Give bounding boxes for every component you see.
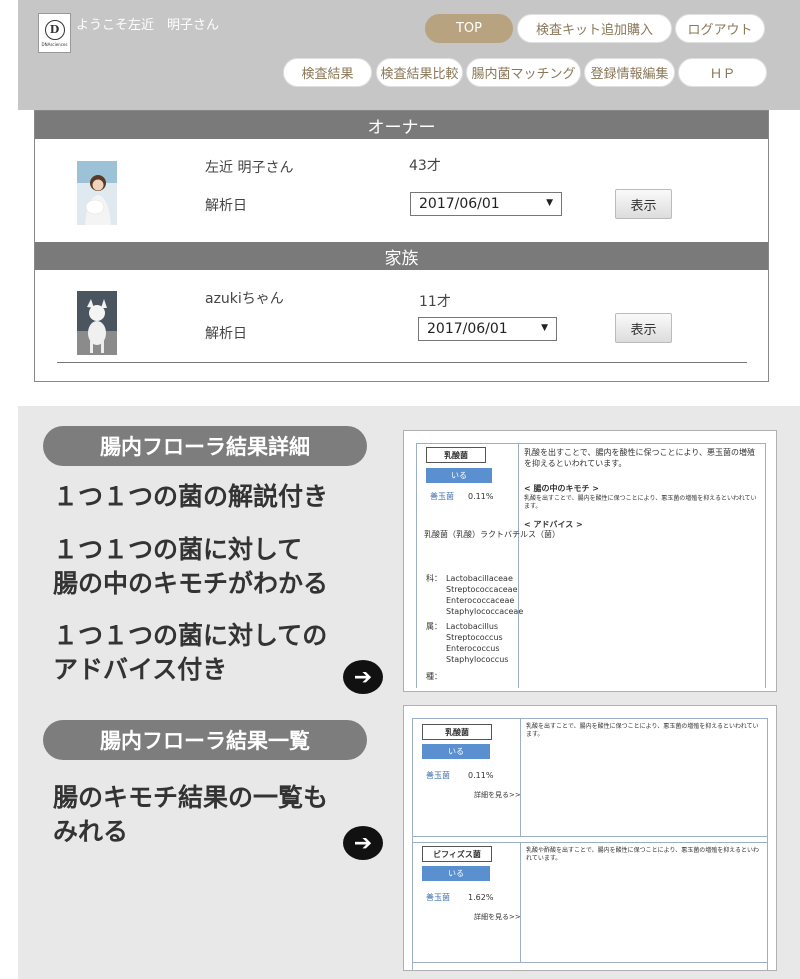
chevron-down-icon: ▼ bbox=[546, 198, 553, 208]
bacteria-type-link[interactable]: 善玉菌 bbox=[426, 770, 450, 781]
family-date-label: 解析日 bbox=[205, 326, 247, 342]
nav-buy-kit-button[interactable]: 検査キット追加購入 bbox=[517, 14, 672, 43]
detail-feature-line: アドバイス付き bbox=[53, 655, 228, 684]
family-pet-photo bbox=[77, 291, 117, 355]
row-divider bbox=[412, 962, 768, 963]
welcome-message: ようこそ左近 明子さん bbox=[76, 18, 220, 33]
owner-name: 左近 明子さん bbox=[205, 160, 294, 176]
genus-item: Staphylococcus bbox=[446, 655, 509, 664]
nav-matching-button[interactable]: 腸内菌マッチング bbox=[466, 58, 581, 87]
family-item: Staphylococcaceae bbox=[446, 607, 524, 616]
genus-label: 属： bbox=[426, 622, 442, 631]
row-divider bbox=[412, 842, 768, 843]
status-badge: いる bbox=[422, 866, 490, 881]
logo-mark: D bbox=[44, 19, 65, 40]
nav-top-button[interactable]: TOP bbox=[425, 14, 513, 43]
family-date-value: 2017/06/01 bbox=[427, 321, 508, 337]
family-name: azukiちゃん bbox=[205, 291, 284, 307]
shot-border bbox=[412, 718, 413, 970]
family-age: 11才 bbox=[419, 294, 451, 310]
arrow-right-icon[interactable]: ➔ bbox=[343, 660, 383, 694]
kimochi-text: 乳酸を出すことで、腸内を酸性に保つことにより、悪玉菌の増殖を抑えるといわれていま… bbox=[524, 495, 757, 510]
list-feature-line: みれる bbox=[53, 817, 129, 846]
bacteria-name-box: 乳酸菌 bbox=[422, 724, 492, 740]
family-item: Lactobacillaceae bbox=[446, 574, 513, 583]
detail-feature-line: １つ１つの菌に対しての bbox=[53, 621, 328, 650]
species-label: 種： bbox=[426, 672, 442, 681]
family-date-select[interactable]: 2017/06/01 ▼ bbox=[418, 317, 557, 341]
profiles-panel: オーナー 左近 明子さん 43才 解析日 2017/06/01 ▼ 表示 家族 … bbox=[34, 110, 769, 382]
shot-border bbox=[412, 718, 768, 719]
shot-divider bbox=[520, 842, 521, 962]
shot-border bbox=[416, 443, 766, 444]
advice-title: < アドバイス > bbox=[524, 520, 583, 529]
owner-date-label: 解析日 bbox=[205, 198, 247, 214]
nav-homepage-button[interactable]: ＨＰ bbox=[678, 58, 767, 87]
family-show-button[interactable]: 表示 bbox=[615, 313, 672, 343]
kimochi-title: < 腸の中のキモチ > bbox=[524, 484, 599, 493]
chevron-down-icon: ▼ bbox=[541, 323, 548, 333]
nav-edit-profile-button[interactable]: 登録情報編集 bbox=[584, 58, 675, 87]
owner-section-heading: オーナー bbox=[35, 111, 768, 139]
bacteria-name-box: 乳酸菌 bbox=[426, 447, 486, 463]
detail-feature-line: 腸の中のキモチがわかる bbox=[53, 569, 329, 598]
genus-item: Enterococcus bbox=[446, 644, 500, 653]
status-badge: いる bbox=[422, 744, 490, 759]
profiles-divider bbox=[57, 362, 747, 363]
owner-age: 43才 bbox=[409, 158, 441, 174]
logo-subtext: DNAsciences bbox=[41, 41, 68, 47]
list-screenshot: 乳酸菌 いる 善玉菌 0.11% 詳細を見る>> 乳酸を出すことで、腸内を酸性に… bbox=[403, 705, 777, 971]
arrow-right-icon[interactable]: ➔ bbox=[343, 826, 383, 860]
bacteria-description: 乳酸を出すことで、腸内を酸性に保つことにより、悪玉菌の増殖を抑えるといわれていま… bbox=[526, 723, 759, 738]
row-divider bbox=[412, 836, 768, 837]
bacteria-description: 乳酸や酢酸を出すことで、腸内を酸性に保つことにより、悪玉菌の増殖を抑えるといわれ… bbox=[526, 847, 760, 862]
detail-screenshot: 乳酸菌 いる 善玉菌 0.11% 乳酸菌（乳酸）ラクトバチルス（菌） 科： La… bbox=[403, 430, 777, 692]
owner-show-button[interactable]: 表示 bbox=[615, 189, 672, 219]
detail-feature-line: １つ１つの菌に対して bbox=[53, 535, 303, 564]
shot-divider bbox=[520, 718, 521, 836]
bacteria-type-link[interactable]: 善玉菌 bbox=[430, 491, 454, 502]
bacteria-description: 乳酸を出すことで、腸内を酸性に保つことにより、悪玉菌の増殖を抑えるといわれていま… bbox=[524, 448, 755, 468]
bacteria-percent: 1.62% bbox=[468, 893, 494, 902]
owner-photo bbox=[77, 161, 117, 225]
shot-divider bbox=[518, 443, 519, 688]
shot-border bbox=[765, 443, 766, 688]
nav-compare-button[interactable]: 検査結果比較 bbox=[376, 58, 463, 87]
bacteria-percent: 0.11% bbox=[468, 492, 494, 501]
list-feature-line: 腸のキモチ結果の一覧も bbox=[53, 783, 329, 812]
bacteria-example: 乳酸菌（乳酸）ラクトバチルス（菌） bbox=[424, 530, 560, 539]
shot-border bbox=[416, 443, 417, 688]
owner-date-select[interactable]: 2017/06/01 ▼ bbox=[410, 192, 562, 216]
detail-link[interactable]: 詳細を見る>> bbox=[474, 790, 521, 801]
detail-link[interactable]: 詳細を見る>> bbox=[474, 912, 521, 923]
genus-item: Streptococcus bbox=[446, 633, 503, 642]
family-item: Streptococcaceae bbox=[446, 585, 518, 594]
genus-item: Lactobacillus bbox=[446, 622, 499, 631]
family-section-heading: 家族 bbox=[35, 242, 768, 270]
owner-date-value: 2017/06/01 bbox=[419, 196, 500, 212]
site-logo[interactable]: D DNAsciences bbox=[38, 13, 71, 53]
list-feature-pill: 腸内フローラ結果一覧 bbox=[43, 720, 367, 760]
detail-feature-line: １つ１つの菌の解説付き bbox=[53, 482, 329, 511]
nav-logout-button[interactable]: ログアウト bbox=[675, 14, 765, 43]
family-label: 科： bbox=[426, 574, 442, 583]
family-item: Enterococcaceae bbox=[446, 596, 515, 605]
bacteria-type-link[interactable]: 善玉菌 bbox=[426, 892, 450, 903]
bacteria-name-box: ビフィズス菌 bbox=[422, 846, 492, 862]
detail-feature-pill: 腸内フローラ結果詳細 bbox=[43, 426, 367, 466]
status-badge: いる bbox=[426, 468, 492, 483]
shot-border bbox=[767, 718, 768, 970]
nav-results-button[interactable]: 検査結果 bbox=[283, 58, 372, 87]
bacteria-percent: 0.11% bbox=[468, 771, 494, 780]
